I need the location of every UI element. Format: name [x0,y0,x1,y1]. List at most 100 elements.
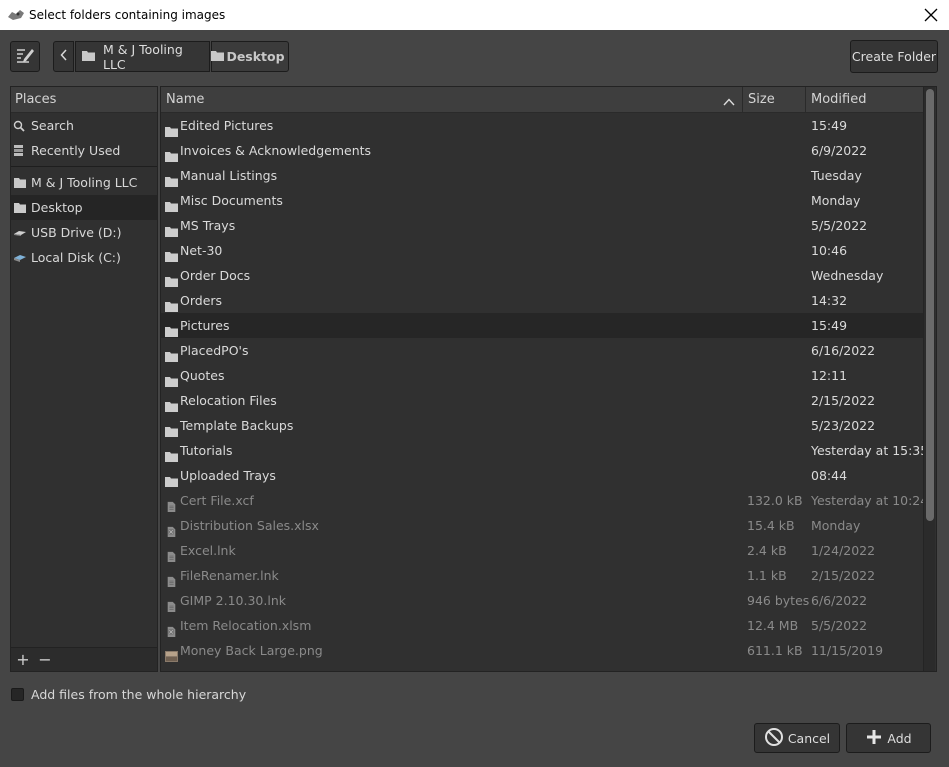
file-size: 611.1 kB [747,643,803,658]
file-name: Uploaded Trays [180,468,276,483]
column-header-name[interactable]: Name [161,87,743,112]
folder-row[interactable]: Order Docs Wednesday [161,263,924,288]
file-modified: 15:49 [811,118,848,133]
file-size: 1.1 kB [747,568,787,583]
folder-row[interactable]: Invoices & Acknowledgements 6/9/2022 [161,138,924,163]
file-row[interactable]: Distribution Sales.xlsx 15.4 kB Monday [161,513,924,538]
folder-row[interactable]: Quotes 12:11 [161,363,924,388]
column-header-size[interactable]: Size [743,87,806,112]
file-modified: 5/5/2022 [811,618,868,633]
breadcrumb-desktop[interactable]: Desktop [211,41,289,72]
folder-row[interactable]: Tutorials Yesterday at 15:35 [161,438,928,463]
places-separator [11,166,157,167]
chevron-left-icon [59,48,68,65]
sort-ascending-icon [723,95,735,106]
file-modified: 5/5/2022 [811,218,868,233]
file-name: Invoices & Acknowledgements [180,143,372,158]
column-header-modified[interactable]: Modified [806,87,924,112]
file-row[interactable]: Excel.lnk 2.4 kB 1/24/2022 [161,538,924,563]
file-icon [165,545,178,562]
hierarchy-checkbox-label: Add files from the whole hierarchy [31,687,247,702]
file-modified: 5/23/2022 [811,418,876,433]
folder-icon [165,395,178,412]
folder-icon [165,145,178,162]
remove-bookmark-button[interactable]: − [35,650,55,669]
breadcrumb-label: Desktop [226,49,285,64]
file-modified: 6/6/2022 [811,593,868,608]
file-name: Distribution Sales.xlsx [180,518,319,533]
folder-icon [165,345,178,362]
folder-icon [165,120,178,137]
file-name: Net-30 [180,243,223,258]
place-mj-tooling[interactable]: M & J Tooling LLC [11,170,157,195]
file-size: 2.4 kB [747,543,787,558]
create-folder-button[interactable]: Create Folder [850,40,938,73]
breadcrumb-back-button[interactable] [53,41,74,72]
folder-icon [165,295,178,312]
add-label: Add [887,730,912,746]
file-modified: 15:49 [811,318,848,333]
folder-row[interactable]: Pictures 15:49 [161,313,924,338]
folder-row[interactable]: Edited Pictures 15:49 [161,113,924,138]
cancel-icon [764,727,784,750]
hierarchy-checkbox[interactable] [11,688,24,701]
file-modified: Tuesday [811,168,862,183]
title-bar: Select folders containing images [0,0,949,30]
folder-icon [13,177,27,189]
type-location-button[interactable] [10,41,40,72]
folder-icon [165,320,178,337]
place-label: USB Drive (D:) [31,225,122,240]
breadcrumb-mj-tooling[interactable]: M & J Tooling LLC [75,41,210,72]
folder-icon [165,470,178,487]
places-sidebar: Places Search Recently Used M & J Toolin… [10,86,158,672]
file-modified: Monday [811,518,861,533]
folder-row[interactable]: Template Backups 5/23/2022 [161,413,924,438]
place-label: Local Disk (C:) [31,250,121,265]
file-name: PlacedPO's [180,343,249,358]
gimp-app-icon [7,8,25,22]
breadcrumb-label: M & J Tooling LLC [103,41,183,72]
file-modified: 1/24/2022 [811,543,876,558]
place-usb-drive[interactable]: USB Drive (D:) [11,220,157,245]
folder-row[interactable]: Manual Listings Tuesday [161,163,924,188]
file-name: Quotes [180,368,225,383]
folder-row[interactable]: Uploaded Trays 08:44 [161,463,924,488]
cancel-button[interactable]: Cancel [754,723,840,753]
file-name: Item Relocation.xlsm [180,618,312,633]
folder-row[interactable]: PlacedPO's 6/16/2022 [161,338,924,363]
place-search[interactable]: Search [11,113,157,138]
folder-row[interactable]: Misc Documents Monday [161,188,924,213]
place-recently-used[interactable]: Recently Used [11,138,157,163]
file-row[interactable]: FileRenamer.lnk 1.1 kB 2/15/2022 [161,563,924,588]
file-name: Edited Pictures [180,118,274,133]
place-desktop[interactable]: Desktop [11,195,157,220]
folder-icon [13,202,27,214]
vertical-scrollbar[interactable] [923,87,935,671]
places-header: Places [11,87,157,113]
place-local-disk[interactable]: Local Disk (C:) [11,245,157,270]
file-name: Pictures [180,318,230,333]
add-bookmark-button[interactable]: + [13,650,33,669]
folder-row[interactable]: Orders 14:32 [161,288,924,313]
file-row[interactable]: GIMP 2.10.30.lnk 946 bytes 6/6/2022 [161,588,924,613]
hierarchy-option[interactable]: Add files from the whole hierarchy [11,687,246,702]
image-file-icon [165,645,178,662]
recent-icon [13,144,27,157]
folder-row[interactable]: Relocation Files 2/15/2022 [161,388,924,413]
folder-icon [165,245,178,262]
file-row[interactable]: Money Back Large.png 611.1 kB 11/15/2019 [161,638,924,663]
file-modified: 12:11 [811,368,848,383]
scrollbar-thumb[interactable] [926,89,934,521]
file-name: Relocation Files [180,393,277,408]
drive-icon [13,227,27,239]
add-button[interactable]: Add [846,723,931,753]
folder-row[interactable]: Net-30 10:46 [161,238,924,263]
close-icon[interactable] [921,5,941,25]
folder-icon [165,195,178,212]
place-label: M & J Tooling LLC [31,175,138,190]
file-icon [165,595,178,612]
file-row[interactable]: Cert File.xcf 132.0 kB Yesterday at 10:24 [161,488,928,513]
edit-location-icon [15,46,35,68]
folder-row[interactable]: MS Trays 5/5/2022 [161,213,924,238]
file-row[interactable]: Item Relocation.xlsm 12.4 MB 5/5/2022 [161,613,924,638]
